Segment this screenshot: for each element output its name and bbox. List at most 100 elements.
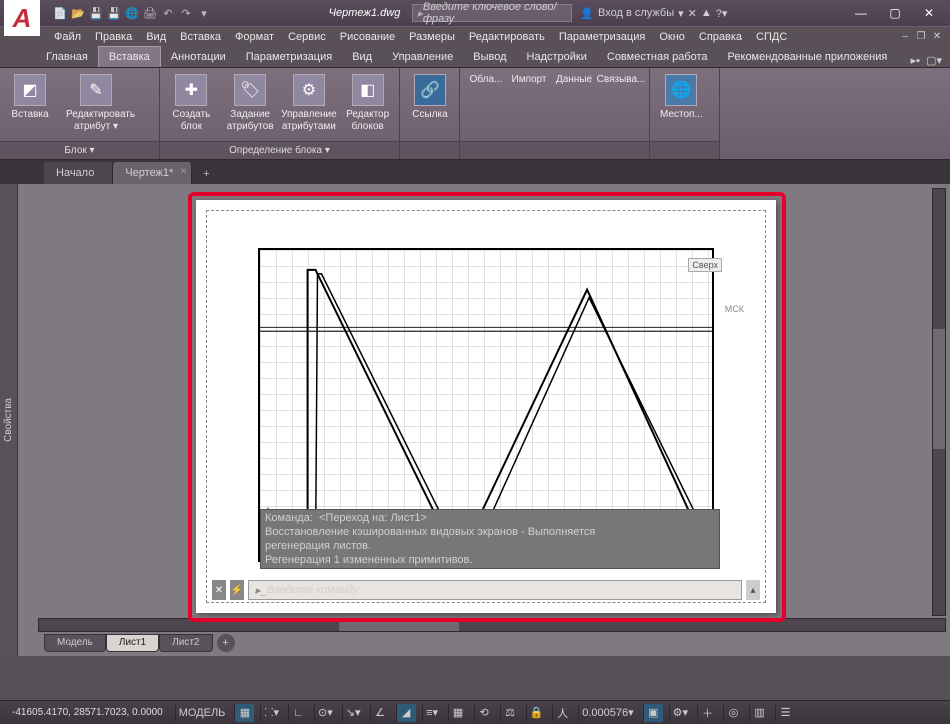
command-input[interactable]: ▸_ Введите команду bbox=[248, 580, 742, 600]
mdi-close-button[interactable]: ✕ bbox=[930, 30, 944, 44]
scrollbar-horizontal[interactable] bbox=[38, 618, 946, 632]
scroll-thumb[interactable] bbox=[933, 329, 945, 449]
maximize-button[interactable]: ▢ bbox=[878, 1, 912, 25]
annomonitor-icon[interactable]: ＋ bbox=[697, 704, 717, 722]
lineweight-icon[interactable]: ≡▾ bbox=[422, 704, 442, 722]
doc-tab-start[interactable]: Начало bbox=[44, 162, 113, 184]
menu-edit[interactable]: Правка bbox=[89, 29, 138, 45]
drawing-area[interactable]: Сверх МСК Команда: <Переход на: Лист1> В… bbox=[18, 184, 950, 656]
ribbon-tab-insert[interactable]: Вставка bbox=[98, 46, 161, 67]
menu-view[interactable]: Вид bbox=[140, 29, 172, 45]
create-block-button[interactable]: ✚Создать блок bbox=[166, 72, 217, 135]
menu-insert[interactable]: Вставка bbox=[174, 29, 227, 45]
define-attributes-button[interactable]: 🏷Задание атрибутов bbox=[225, 72, 276, 135]
isodraft-icon[interactable]: ↘▾ bbox=[342, 704, 364, 722]
doc-tab-drawing1[interactable]: Чертеж1*✕ bbox=[113, 162, 192, 184]
app-logo[interactable]: A bbox=[4, 0, 40, 36]
viewcube-face[interactable]: Сверх bbox=[688, 258, 722, 272]
redo-icon[interactable]: ↷ bbox=[178, 5, 194, 21]
new-icon[interactable]: 📄 bbox=[52, 5, 68, 21]
ribbon-tab-manage[interactable]: Управление bbox=[382, 47, 463, 67]
minimize-button[interactable]: — bbox=[844, 1, 878, 25]
plot-icon[interactable]: 🖨 bbox=[142, 5, 158, 21]
ribbon-tab-addins[interactable]: Надстройки bbox=[517, 47, 597, 67]
cmd-config-icon[interactable]: ⚡ bbox=[230, 580, 244, 600]
annotation-icon[interactable]: 人 bbox=[552, 704, 572, 722]
panel-block-def-label[interactable]: Определение блока ▾ bbox=[160, 141, 399, 159]
ribbon-tab-parametric[interactable]: Параметризация bbox=[236, 47, 342, 67]
vp-max-icon[interactable]: ▣ bbox=[643, 704, 663, 722]
menu-window[interactable]: Окно bbox=[653, 29, 691, 45]
open-icon[interactable]: 📂 bbox=[70, 5, 86, 21]
app-store-icon[interactable]: ▲ bbox=[701, 7, 712, 19]
save-icon[interactable]: 💾 bbox=[88, 5, 104, 21]
clean-icon[interactable]: ▥ bbox=[749, 704, 769, 722]
ortho-icon[interactable]: ∟ bbox=[288, 704, 308, 722]
import-button[interactable]: Импорт bbox=[506, 72, 552, 88]
cycling-icon[interactable]: ⟲ bbox=[474, 704, 494, 722]
properties-palette-tab[interactable]: Свойства bbox=[0, 184, 18, 656]
new-doc-tab-button[interactable]: + bbox=[196, 164, 216, 184]
help-icon[interactable]: ?▾ bbox=[716, 7, 728, 20]
pointcloud-button[interactable]: Обла... bbox=[466, 72, 506, 88]
menu-format[interactable]: Формат bbox=[229, 29, 280, 45]
workspace-icon[interactable]: ⚙▾ bbox=[669, 704, 691, 722]
help-search-input[interactable]: ▸ Введите ключевое слово/фразу bbox=[412, 4, 572, 22]
layout-tab-sheet1[interactable]: Лист1 bbox=[106, 634, 159, 652]
menu-parametric[interactable]: Параметризация bbox=[553, 29, 651, 45]
otrack-icon[interactable]: ◢ bbox=[396, 704, 416, 722]
mdi-restore-button[interactable]: ❐ bbox=[914, 30, 928, 44]
annoscale-icon[interactable]: ⚖ bbox=[500, 704, 520, 722]
exchange-icon[interactable]: ✕ bbox=[688, 7, 697, 20]
menu-modify[interactable]: Редактировать bbox=[463, 29, 551, 45]
customize-icon[interactable]: ☰ bbox=[775, 704, 795, 722]
web-icon[interactable]: 🌐 bbox=[124, 5, 140, 21]
menu-file[interactable]: Файл bbox=[48, 29, 87, 45]
saveas-icon[interactable]: 💾 bbox=[106, 5, 122, 21]
edit-attribute-button[interactable]: ✎Редактировать атрибут ▾ bbox=[62, 72, 130, 135]
transparency-icon[interactable]: ▦ bbox=[448, 704, 468, 722]
ribbon-tab-collab[interactable]: Совместная работа bbox=[597, 47, 718, 67]
qat-more-icon[interactable]: ▾ bbox=[196, 5, 212, 21]
osnap-icon[interactable]: ∠ bbox=[370, 704, 390, 722]
login-dropdown-icon[interactable]: ▾ bbox=[678, 7, 684, 20]
coordinate-readout[interactable]: -41605.4170, 28571.7023, 0.0000 bbox=[6, 707, 169, 718]
scroll-thumb[interactable] bbox=[339, 619, 459, 631]
snap-toggle-icon[interactable]: ⸬▾ bbox=[260, 704, 282, 722]
add-layout-button[interactable]: + bbox=[217, 634, 235, 652]
isolate-icon[interactable]: ◎ bbox=[723, 704, 743, 722]
ribbon-play-icon[interactable]: ▸▪ bbox=[911, 54, 920, 67]
vp-scale[interactable]: 0.000576 ▾ bbox=[578, 704, 636, 722]
insert-block-button[interactable]: ◩Вставка bbox=[6, 72, 54, 123]
ribbon-collapse-icon[interactable]: ▢▾ bbox=[926, 54, 942, 67]
menu-help[interactable]: Справка bbox=[693, 29, 748, 45]
layout-tab-sheet2[interactable]: Лист2 bbox=[159, 634, 212, 652]
panel-block-label[interactable]: Блок ▾ bbox=[0, 141, 159, 159]
polar-icon[interactable]: ⊙▾ bbox=[314, 704, 336, 722]
menu-spds[interactable]: СПДС bbox=[750, 29, 793, 45]
block-editor-button[interactable]: ◧Редактор блоков bbox=[342, 72, 393, 135]
data-button[interactable]: Данные bbox=[552, 72, 596, 88]
close-tab-icon[interactable]: ✕ bbox=[180, 166, 188, 177]
grid-toggle-icon[interactable]: ▦ bbox=[234, 704, 254, 722]
space-toggle[interactable]: МОДЕЛЬ bbox=[175, 704, 229, 722]
ribbon-tab-output[interactable]: Вывод bbox=[463, 47, 516, 67]
manage-attributes-button[interactable]: ⚙Управление атрибутами bbox=[284, 72, 335, 135]
layout-tab-model[interactable]: Модель bbox=[44, 634, 106, 652]
link-data-button[interactable]: Связыва... bbox=[596, 72, 646, 88]
ribbon-tab-featured[interactable]: Рекомендованные приложения bbox=[718, 47, 898, 67]
ribbon-tab-view[interactable]: Вид bbox=[342, 47, 382, 67]
ribbon-tab-home[interactable]: Главная bbox=[36, 47, 98, 67]
close-button[interactable]: ✕ bbox=[912, 1, 946, 25]
menu-tools[interactable]: Сервис bbox=[282, 29, 332, 45]
attach-ref-button[interactable]: 🔗Ссылка bbox=[406, 72, 454, 123]
menu-draw[interactable]: Рисование bbox=[334, 29, 401, 45]
mdi-minimize-button[interactable]: – bbox=[898, 30, 912, 44]
scrollbar-vertical[interactable] bbox=[932, 188, 946, 616]
location-button[interactable]: 🌐Местоп... bbox=[656, 72, 707, 123]
ribbon-tab-annotate[interactable]: Аннотации bbox=[161, 47, 236, 67]
cmd-history-icon[interactable]: ▴ bbox=[746, 580, 760, 600]
menu-dimension[interactable]: Размеры bbox=[403, 29, 461, 45]
scale-lock-icon[interactable]: 🔒 bbox=[526, 704, 547, 722]
cmd-close-icon[interactable]: ✕ bbox=[212, 580, 226, 600]
